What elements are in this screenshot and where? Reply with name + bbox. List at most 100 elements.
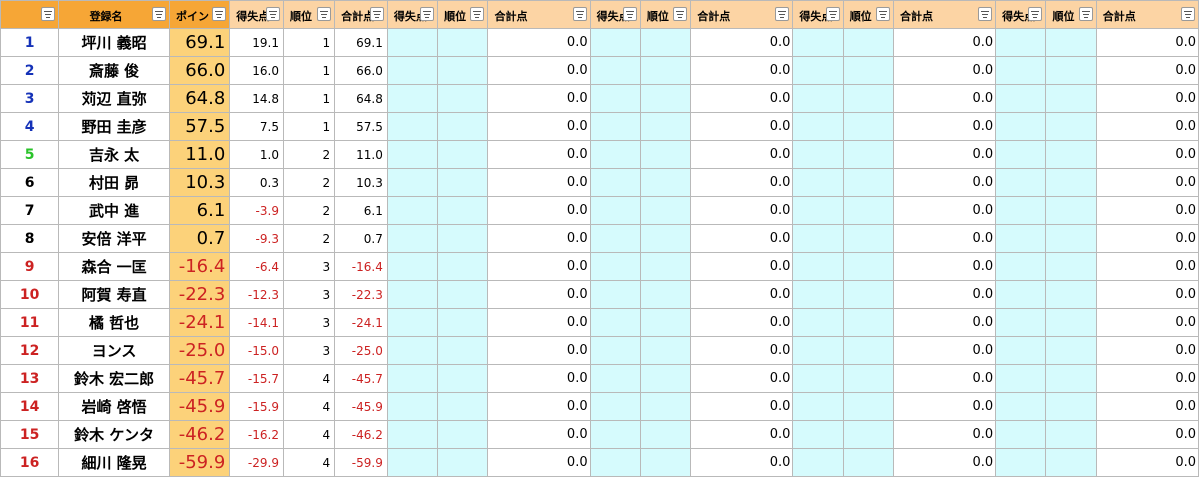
- empty-position-cell[interactable]: [1045, 308, 1097, 337]
- zero-total-cell[interactable]: 0.0: [1095, 280, 1199, 309]
- empty-gain-cell[interactable]: [792, 336, 844, 365]
- points-cell[interactable]: 10.3: [168, 168, 231, 197]
- empty-position-cell[interactable]: [842, 364, 895, 393]
- filter-dropdown-icon[interactable]: [317, 7, 332, 21]
- points-cell[interactable]: 57.5: [168, 112, 231, 141]
- filter-dropdown-icon[interactable]: [978, 7, 993, 21]
- filter-dropdown-icon[interactable]: [151, 7, 166, 21]
- empty-position-cell[interactable]: [437, 84, 489, 113]
- zero-total-cell[interactable]: 0.0: [1095, 196, 1199, 225]
- zero-total-cell[interactable]: 0.0: [487, 196, 591, 225]
- empty-position-cell[interactable]: [437, 140, 489, 169]
- empty-position-cell[interactable]: [437, 336, 489, 365]
- rank-cell[interactable]: 2: [0, 56, 60, 85]
- zero-total-cell[interactable]: 0.0: [487, 28, 591, 57]
- points-cell[interactable]: 11.0: [168, 140, 231, 169]
- empty-position-cell[interactable]: [842, 168, 895, 197]
- zero-total-cell[interactable]: 0.0: [487, 308, 591, 337]
- player-name-cell[interactable]: 岩崎 啓悟: [58, 392, 170, 421]
- empty-gain-cell[interactable]: [386, 364, 439, 393]
- total-cell[interactable]: -45.7: [334, 364, 388, 393]
- position-cell[interactable]: 3: [282, 308, 336, 337]
- empty-position-cell[interactable]: [1045, 420, 1097, 449]
- column-header[interactable]: 登録名: [58, 0, 170, 29]
- empty-position-cell[interactable]: [437, 392, 489, 421]
- empty-gain-cell[interactable]: [995, 420, 1047, 449]
- empty-position-cell[interactable]: [639, 420, 692, 449]
- player-name-cell[interactable]: 鈴木 宏二郎: [58, 364, 170, 393]
- rank-cell[interactable]: 4: [0, 112, 60, 141]
- empty-gain-cell[interactable]: [995, 28, 1047, 57]
- total-cell[interactable]: 64.8: [334, 84, 388, 113]
- total-cell[interactable]: -59.9: [334, 448, 388, 477]
- empty-gain-cell[interactable]: [386, 168, 439, 197]
- zero-total-cell[interactable]: 0.0: [487, 56, 591, 85]
- zero-total-cell[interactable]: 0.0: [892, 420, 997, 449]
- column-header[interactable]: 順位: [437, 0, 489, 29]
- points-cell[interactable]: 64.8: [168, 84, 231, 113]
- empty-gain-cell[interactable]: [589, 84, 641, 113]
- empty-gain-cell[interactable]: [589, 308, 641, 337]
- column-header[interactable]: [0, 0, 60, 29]
- zero-total-cell[interactable]: 0.0: [487, 392, 591, 421]
- empty-position-cell[interactable]: [639, 392, 692, 421]
- empty-position-cell[interactable]: [639, 168, 692, 197]
- empty-gain-cell[interactable]: [792, 84, 844, 113]
- total-cell[interactable]: 10.3: [334, 168, 388, 197]
- rank-cell[interactable]: 1: [0, 28, 60, 57]
- points-cell[interactable]: -46.2: [168, 420, 231, 449]
- column-header[interactable]: 得失点: [995, 0, 1047, 29]
- empty-gain-cell[interactable]: [589, 196, 641, 225]
- empty-position-cell[interactable]: [842, 196, 895, 225]
- empty-gain-cell[interactable]: [386, 308, 439, 337]
- empty-gain-cell[interactable]: [589, 112, 641, 141]
- empty-position-cell[interactable]: [437, 364, 489, 393]
- position-cell[interactable]: 1: [282, 84, 336, 113]
- empty-position-cell[interactable]: [437, 56, 489, 85]
- zero-total-cell[interactable]: 0.0: [487, 336, 591, 365]
- empty-position-cell[interactable]: [437, 112, 489, 141]
- zero-total-cell[interactable]: 0.0: [892, 56, 997, 85]
- empty-gain-cell[interactable]: [792, 140, 844, 169]
- position-cell[interactable]: 4: [282, 448, 336, 477]
- empty-position-cell[interactable]: [639, 56, 692, 85]
- zero-total-cell[interactable]: 0.0: [892, 112, 997, 141]
- zero-total-cell[interactable]: 0.0: [690, 280, 794, 309]
- empty-position-cell[interactable]: [842, 56, 895, 85]
- empty-gain-cell[interactable]: [792, 168, 844, 197]
- column-header[interactable]: 合計点: [487, 0, 591, 29]
- empty-gain-cell[interactable]: [995, 392, 1047, 421]
- filter-dropdown-icon[interactable]: [1028, 7, 1043, 21]
- rank-cell[interactable]: 12: [0, 336, 60, 365]
- empty-position-cell[interactable]: [437, 420, 489, 449]
- gain-cell[interactable]: -9.3: [229, 224, 284, 253]
- empty-gain-cell[interactable]: [589, 140, 641, 169]
- empty-gain-cell[interactable]: [995, 224, 1047, 253]
- position-cell[interactable]: 2: [282, 196, 336, 225]
- total-cell[interactable]: 57.5: [334, 112, 388, 141]
- rank-cell[interactable]: 15: [0, 420, 60, 449]
- zero-total-cell[interactable]: 0.0: [1095, 112, 1199, 141]
- player-name-cell[interactable]: 坪川 義昭: [58, 28, 170, 57]
- empty-gain-cell[interactable]: [589, 28, 641, 57]
- empty-gain-cell[interactable]: [589, 336, 641, 365]
- gain-cell[interactable]: 0.3: [229, 168, 284, 197]
- empty-position-cell[interactable]: [639, 364, 692, 393]
- column-header[interactable]: 得失点: [386, 0, 439, 29]
- zero-total-cell[interactable]: 0.0: [892, 196, 997, 225]
- empty-gain-cell[interactable]: [792, 280, 844, 309]
- empty-gain-cell[interactable]: [995, 196, 1047, 225]
- empty-position-cell[interactable]: [639, 448, 692, 477]
- gain-cell[interactable]: 7.5: [229, 112, 284, 141]
- empty-position-cell[interactable]: [842, 420, 895, 449]
- column-header[interactable]: 順位: [1045, 0, 1097, 29]
- empty-position-cell[interactable]: [842, 392, 895, 421]
- empty-gain-cell[interactable]: [792, 420, 844, 449]
- zero-total-cell[interactable]: 0.0: [690, 308, 794, 337]
- points-cell[interactable]: 0.7: [168, 224, 231, 253]
- rank-cell[interactable]: 14: [0, 392, 60, 421]
- filter-dropdown-icon[interactable]: [369, 7, 384, 21]
- filter-dropdown-icon[interactable]: [622, 7, 637, 21]
- empty-gain-cell[interactable]: [792, 56, 844, 85]
- points-cell[interactable]: 69.1: [168, 28, 231, 57]
